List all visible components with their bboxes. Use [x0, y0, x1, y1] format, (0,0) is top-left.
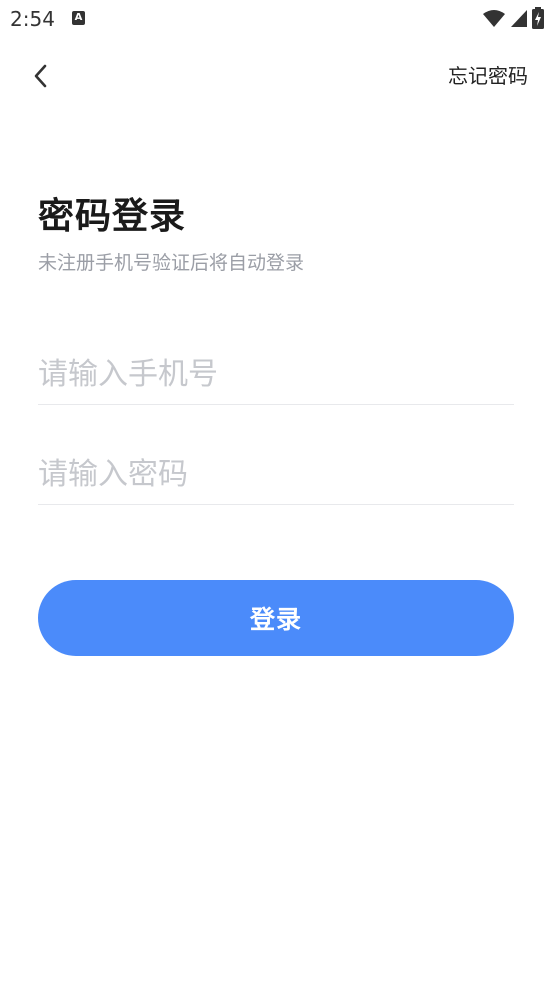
wifi-icon: [483, 10, 505, 27]
status-time: 2:54: [10, 7, 55, 31]
phone-field: [38, 344, 514, 405]
phone-input[interactable]: [38, 344, 514, 404]
back-button[interactable]: [26, 60, 54, 92]
status-icons: [482, 7, 544, 29]
status-bar: 2:54 A: [0, 0, 552, 38]
signal-icon: [511, 10, 527, 27]
forgot-password-link[interactable]: 忘记密码: [448, 60, 528, 92]
login-button[interactable]: 登录: [38, 580, 514, 656]
password-input[interactable]: [38, 444, 514, 504]
chevron-left-icon: [34, 64, 47, 88]
password-field: [38, 444, 514, 505]
page-title: 密码登录: [38, 196, 187, 237]
notification-a-icon: A: [72, 11, 85, 25]
battery-charging-icon: [532, 7, 544, 29]
login-screen: 2:54 A 忘记密码 密码登录 未注册手机号验证后将自动登录 请输入手机号 登…: [0, 0, 552, 983]
page-subtitle: 未注册手机号验证后将自动登录: [38, 252, 305, 274]
